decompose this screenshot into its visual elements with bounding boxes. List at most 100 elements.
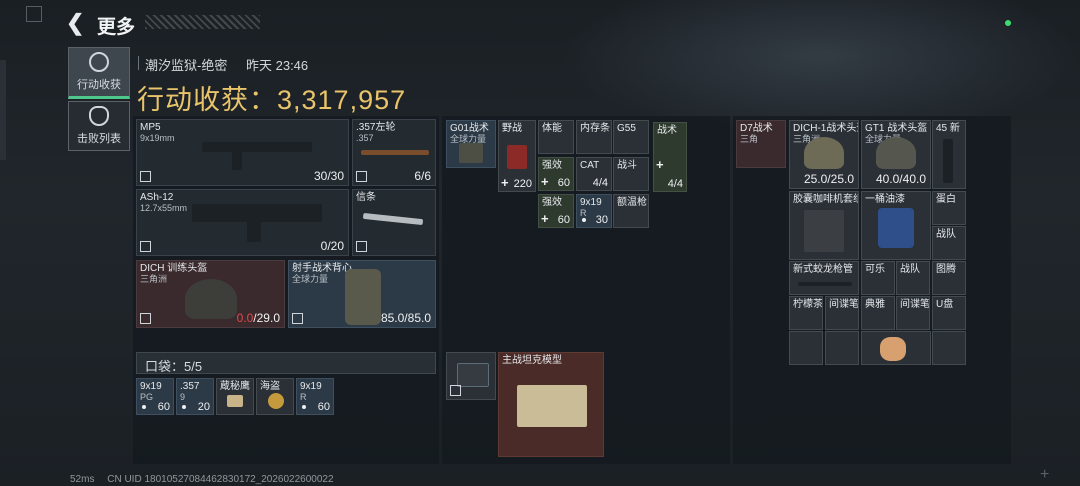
tab-label: 击败列表 (77, 133, 121, 145)
durability: 40.0/40.0 (875, 172, 926, 186)
rig-item[interactable]: 体能 (538, 120, 574, 154)
melee-slot[interactable]: 信条 (352, 189, 436, 256)
rig-item[interactable]: G01战术 全球力量 (446, 120, 496, 168)
lock-icon (356, 171, 367, 182)
item-name: 主战坦克模型 (502, 355, 562, 366)
backpack-item[interactable]: DICH-1战术头盔 三角洲 25.0/25.0 (789, 120, 859, 189)
rig-item[interactable]: 内存条 (576, 120, 612, 154)
lock-icon (292, 313, 303, 324)
backpack-item[interactable]: D7战术 三角 (736, 120, 786, 168)
item-name: 体能 (542, 123, 562, 134)
rig-item[interactable]: 战术 + 4/4 (653, 122, 687, 192)
knife-image (362, 212, 424, 226)
rig-item[interactable]: G55 (613, 120, 649, 154)
backpack-item[interactable]: 间谍笔 (896, 296, 930, 330)
item-caliber: 12.7x55mm (140, 203, 188, 213)
rig-item[interactable]: 战斗 (613, 157, 649, 191)
case-image (457, 363, 489, 387)
item-name: 新式蛟龙枪管 (793, 264, 853, 275)
backpack-item[interactable]: 45 新 (932, 120, 966, 189)
item-image (227, 395, 243, 407)
ammo-dot-icon (182, 405, 186, 409)
item-sub: R (300, 392, 307, 402)
pocket-label: 口袋：5/5 (145, 359, 203, 374)
helmet-image (804, 137, 844, 169)
lock-icon (356, 241, 367, 252)
menu-square-icon[interactable] (26, 6, 42, 22)
weapon-slot-secondary[interactable]: ASh-12 12.7x55mm 0/20 (136, 189, 349, 256)
item-name: 额温枪 (617, 197, 647, 208)
pocket-slot[interactable]: .357 9 20 (176, 378, 214, 415)
pocket-slot[interactable]: 9x19 R 60 (296, 378, 334, 415)
chevron-left-icon[interactable]: ❮ (66, 10, 84, 36)
pocket-slot[interactable]: 蔵秘鹰 (216, 378, 254, 415)
tab-loot[interactable]: 行动收获 (68, 47, 130, 99)
backpack-item[interactable]: U盘 (932, 296, 966, 330)
target-icon (89, 52, 109, 72)
ammo-count: 6/6 (414, 169, 431, 183)
rig-item[interactable]: 额温枪 (613, 194, 649, 228)
heal-plus-icon: + (541, 174, 549, 189)
item-name: 强效 (542, 160, 562, 171)
tank-model-image (517, 385, 587, 427)
item-name: 间谍笔 (829, 299, 859, 310)
rig-item[interactable]: CAT 4/4 (576, 157, 612, 191)
heal-plus-icon: + (541, 211, 549, 226)
helmet-slot[interactable]: DICH 训练头盔 三角洲 0.0/29.0 (136, 260, 285, 328)
rig-item[interactable]: 野战 + 220 (498, 120, 536, 192)
item-sub: PG (140, 392, 154, 402)
pocket-slot[interactable]: 海盗 (256, 378, 294, 415)
rig-item[interactable]: 9x19 R 30 (576, 194, 612, 228)
backpack-item[interactable] (789, 331, 823, 365)
item-qty: 4/4 (592, 177, 608, 189)
backpack-item[interactable] (861, 331, 931, 365)
backpack-item[interactable]: 典雅 (861, 296, 895, 330)
item-sub: 三角 (740, 134, 759, 144)
backpack-item[interactable]: 图腾 (932, 261, 966, 295)
item-qty: 60 (317, 401, 330, 413)
item-qty: 4/4 (667, 178, 683, 190)
backpack-item[interactable]: 战队 (896, 261, 930, 295)
item-name: 45 新 (936, 123, 960, 134)
backpack-item[interactable]: GT1 战术头盔 全球力量 40.0/40.0 (861, 120, 931, 189)
item-faction: 三角洲 (140, 274, 168, 284)
mag-image (943, 139, 953, 183)
revolver-image (361, 150, 429, 155)
rig-item[interactable]: 强效 + 60 (538, 194, 574, 228)
gingerbread-image (880, 337, 906, 361)
backpack-item[interactable]: 蛋白 (932, 191, 966, 225)
backpack-item[interactable] (932, 331, 966, 365)
item-name: 战队 (936, 229, 956, 240)
heal-plus-icon: + (656, 157, 664, 172)
mp5-grip (232, 150, 242, 170)
durability: 25.0/25.0 (803, 172, 854, 186)
ammo-dot-icon (582, 218, 586, 222)
backpack-item[interactable]: 一桶油漆 (861, 191, 931, 260)
crosshair-icon: + (1040, 466, 1050, 483)
safebox-case[interactable] (446, 352, 496, 400)
rig-item[interactable]: 强效 + 60 (538, 157, 574, 191)
tab-kills[interactable]: 击败列表 (68, 101, 130, 151)
backpack-item[interactable] (825, 331, 859, 365)
weapon-slot-primary[interactable]: MP5 9x19mm 30/30 (136, 119, 349, 186)
backpack-item[interactable]: 战队 (932, 226, 966, 260)
raid-time: 昨天 23:46 (246, 58, 309, 73)
backpack-item[interactable]: 间谍笔 (825, 296, 859, 330)
backpack-item[interactable]: 可乐 (861, 261, 895, 295)
item-name: 蛋白 (936, 194, 956, 205)
pocket-slot[interactable]: 9x19 PG 60 (136, 378, 174, 415)
skull-icon (89, 106, 109, 126)
armor-slot[interactable]: 射手战术背心 全球力量 85.0/85.0 (288, 260, 436, 328)
item-name: U盘 (936, 299, 954, 310)
weapon-slot-sidearm[interactable]: .357左轮 .357 6/6 (352, 119, 436, 186)
backpack-item[interactable]: 胶囊咖啡机套组 (789, 191, 859, 260)
uid: CN UID 18010527084462830172_202602260002… (107, 474, 334, 485)
item-name: 海盗 (260, 381, 280, 392)
backpack-item[interactable]: 柠檬茶 (789, 296, 823, 330)
durability-max: /29.0 (253, 311, 280, 325)
safebox-item[interactable]: 主战坦克模型 (498, 352, 604, 457)
item-sub: 9 (180, 392, 186, 402)
durability: 0.0/29.0 (237, 311, 280, 325)
item-name: 蔵秘鹰 (220, 381, 250, 392)
backpack-item[interactable]: 新式蛟龙枪管 (789, 261, 859, 295)
